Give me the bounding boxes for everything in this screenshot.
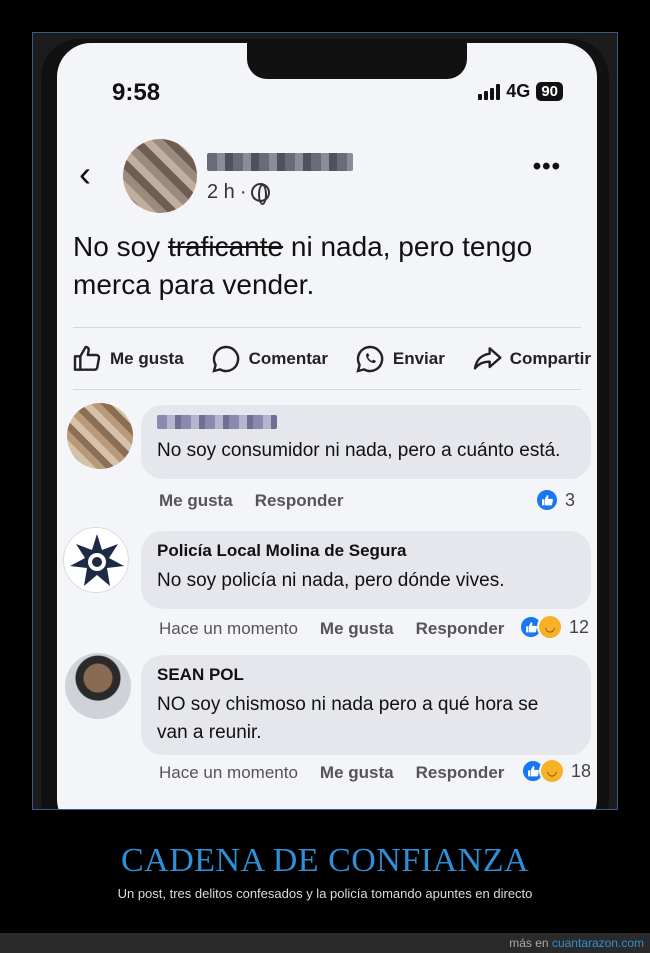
comment-button[interactable]: Comentar xyxy=(210,343,328,375)
post-actions: Me gusta Comentar Enviar Compartir xyxy=(71,343,591,375)
divider xyxy=(73,327,581,328)
comment-reactions[interactable]: ◡ 18 xyxy=(521,758,591,784)
thumbs-up-icon xyxy=(73,345,101,371)
post-time: 2 h xyxy=(207,181,235,203)
author-avatar[interactable] xyxy=(123,139,197,213)
comment-label: Comentar xyxy=(248,349,328,368)
signal-icon xyxy=(478,83,501,100)
comment-reply-button[interactable]: Responder xyxy=(416,619,505,639)
reaction-count: 12 xyxy=(569,616,590,637)
comment-actions: Hace un momento Me gusta Responder xyxy=(159,763,504,783)
comment-actions: Hace un momento Me gusta Responder xyxy=(159,619,504,639)
comment-text: No soy policía ni nada, pero dónde vives… xyxy=(157,570,505,591)
reaction-count: 18 xyxy=(571,760,592,781)
caption-subtitle: Un post, tres delitos confesados y la po… xyxy=(117,886,533,901)
more-options-icon[interactable]: ••• xyxy=(533,153,561,181)
comment-bubble-icon xyxy=(211,345,239,373)
send-label: Enviar xyxy=(392,349,445,368)
share-button[interactable]: Compartir xyxy=(471,343,591,375)
phone-screen: 9:58 4G 90 ‹ 2 h · ••• No soy traficante… xyxy=(57,43,597,809)
status-icons: 4G 90 xyxy=(478,81,563,102)
screenshot-frame: 9:58 4G 90 ‹ 2 h · ••• No soy traficante… xyxy=(32,32,618,810)
haha-reaction-icon: ◡ xyxy=(537,614,563,640)
commenter-name-blurred[interactable] xyxy=(157,415,277,429)
author-name-blurred[interactable] xyxy=(207,153,353,171)
notch xyxy=(247,43,467,79)
status-time: 9:58 xyxy=(112,79,161,106)
battery-level: 90 xyxy=(536,82,563,101)
caption-title: CADENA DE CONFIANZA xyxy=(120,842,530,879)
comment-text: NO soy chismoso ni nada pero a qué hora … xyxy=(157,694,539,743)
phone-body: 9:58 4G 90 ‹ 2 h · ••• No soy traficante… xyxy=(41,39,609,809)
comment-reactions[interactable]: 3 xyxy=(535,488,575,512)
comment-reply-button[interactable]: Responder xyxy=(255,491,344,511)
meta-dot: · xyxy=(239,181,247,203)
comment-time: Hace un momento xyxy=(159,619,298,638)
like-reaction-icon xyxy=(535,488,559,512)
comment-reply-button[interactable]: Responder xyxy=(416,763,505,783)
commenter-name[interactable]: SEAN POL xyxy=(157,665,575,685)
like-label: Me gusta xyxy=(110,349,184,368)
post-meta: 2 h · xyxy=(207,181,271,205)
reaction-count: 3 xyxy=(565,489,576,510)
police-star-badge-icon xyxy=(70,534,124,586)
network-type: 4G xyxy=(506,81,531,101)
like-button[interactable]: Me gusta xyxy=(71,343,184,375)
share-arrow-icon xyxy=(473,347,502,370)
comment-like-button[interactable]: Me gusta xyxy=(320,619,394,639)
comment-bubble: Policía Local Molina de Segura No soy po… xyxy=(141,531,591,609)
comment-reactions[interactable]: ◡ 12 xyxy=(519,614,589,640)
comment-actions: Me gusta Responder xyxy=(159,491,343,511)
comment-like-button[interactable]: Me gusta xyxy=(320,763,394,783)
comment-bubble: SEAN POL NO soy chismoso ni nada pero a … xyxy=(141,655,591,755)
post-text-start: No soy xyxy=(73,231,168,262)
footer-prefix: más en xyxy=(509,936,552,950)
back-arrow-icon[interactable]: ‹ xyxy=(79,153,91,195)
share-label: Compartir xyxy=(509,349,591,368)
commenter-avatar[interactable] xyxy=(65,653,131,719)
whatsapp-icon xyxy=(356,345,384,373)
police-badge-avatar[interactable] xyxy=(63,527,129,593)
footer-site-link[interactable]: cuantarazon.com xyxy=(552,936,644,950)
comment-time: Hace un momento xyxy=(159,763,298,782)
post-text-strikethrough: traficante xyxy=(167,231,284,262)
comment-bubble: No soy consumidor ni nada, pero a cuánto… xyxy=(141,405,591,479)
commenter-name[interactable]: Policía Local Molina de Segura xyxy=(157,541,575,561)
haha-reaction-icon: ◡ xyxy=(539,758,565,784)
post-text: No soy traficante ni nada, pero tengo me… xyxy=(73,228,588,304)
comment-like-button[interactable]: Me gusta xyxy=(159,491,233,511)
send-button[interactable]: Enviar xyxy=(354,343,445,375)
site-footer: más en cuantarazon.com xyxy=(0,933,650,953)
comment-text: No soy consumidor ni nada, pero a cuánto… xyxy=(157,440,561,461)
globe-icon xyxy=(251,183,271,205)
caption: CADENA DE CONFIANZA Un post, tres delito… xyxy=(0,842,650,901)
divider xyxy=(73,389,581,390)
commenter-avatar-blurred[interactable] xyxy=(67,403,133,469)
